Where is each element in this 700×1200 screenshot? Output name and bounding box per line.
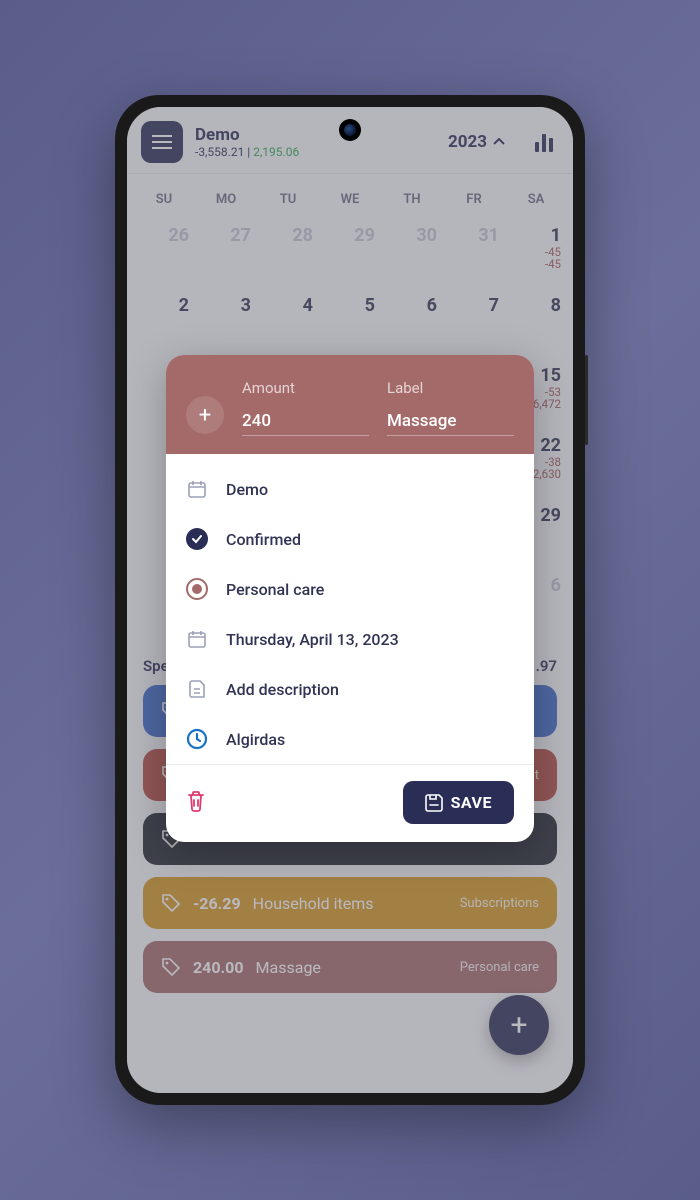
device-frame: Demo -3,558.21 | 2,195.06 2023 SUMOTUWET… [115,95,585,1105]
modal-row-note[interactable]: Add description [186,664,514,714]
edit-transaction-modal: + Amount 240 Label Massage Demo Confirmed… [166,355,534,842]
modal-row-calendar[interactable]: Thursday, April 13, 2023 [186,614,514,664]
label-label: Label [387,379,514,397]
modal-row-text: Confirmed [226,530,301,549]
modal-row-radio[interactable]: Personal care [186,564,514,614]
camera-cutout [339,119,361,141]
save-button[interactable]: SAVE [403,781,514,824]
calendar-icon [186,478,208,500]
modal-row-user[interactable]: Algirdas [186,714,514,764]
radio-icon [186,578,208,600]
label-field[interactable]: Massage [387,411,514,436]
trash-icon [186,790,206,812]
modal-row-text: Add description [226,680,339,699]
modal-row-text: Algirdas [226,730,285,749]
modal-row-text: Demo [226,480,268,499]
amount-column: Amount 240 [242,379,369,436]
label-column: Label Massage [387,379,514,436]
screen: Demo -3,558.21 | 2,195.06 2023 SUMOTUWET… [127,107,573,1093]
amount-field[interactable]: 240 [242,411,369,436]
save-icon [425,794,443,812]
modal-options: Demo Confirmed Personal care Thursday, Apri… [166,454,534,764]
modal-row-text: Thursday, April 13, 2023 [226,630,399,649]
modal-footer: SAVE [166,764,534,842]
calendar-icon [186,628,208,650]
user-icon [186,728,208,750]
modal-row-calendar[interactable]: Demo [186,464,514,514]
check-icon [186,528,208,550]
modal-type-toggle[interactable]: + [186,396,224,434]
modal-row-check[interactable]: Confirmed [186,514,514,564]
modal-row-text: Personal care [226,580,324,599]
delete-button[interactable] [186,790,206,816]
amount-label: Amount [242,379,369,397]
modal-header: + Amount 240 Label Massage [166,355,534,454]
note-icon [186,678,208,700]
